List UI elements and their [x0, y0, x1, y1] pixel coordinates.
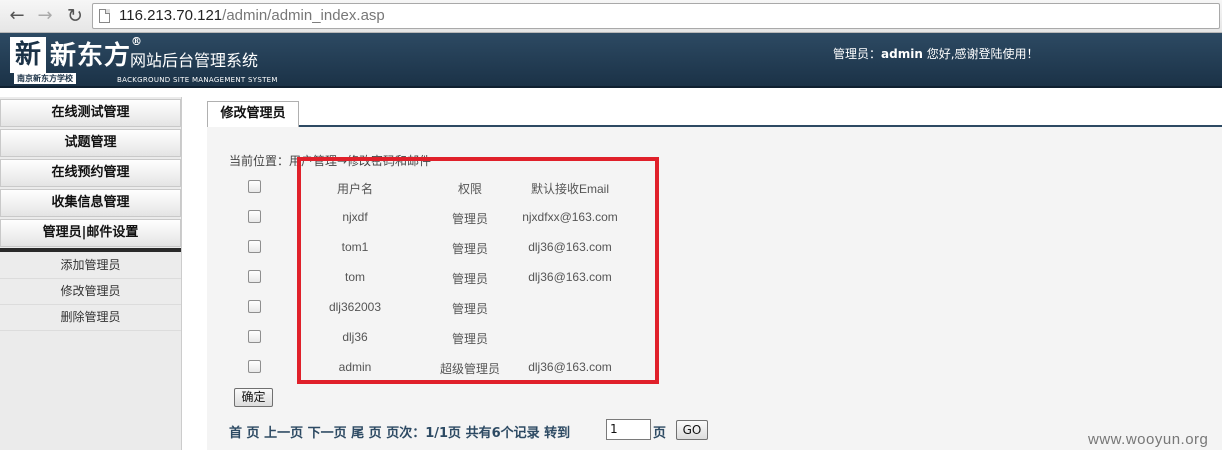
logo-mark: 新	[10, 37, 46, 73]
confirm-button[interactable]: 确定	[234, 388, 273, 407]
url-host: 116.213.70.121	[119, 7, 223, 24]
tab-strip: 修改管理员	[207, 101, 1222, 127]
welcome-suffix: 您好,感谢登陆使用！	[922, 47, 1039, 61]
welcome-prefix: 管理员：	[833, 47, 882, 61]
welcome-message: 管理员：admin 您好,感谢登陆使用！	[833, 45, 1039, 62]
site-subtitle: BACKGROUND SITE MANAGEMENT SYSTEM	[117, 76, 278, 84]
url-path: /admin/admin_index.asp	[222, 7, 385, 24]
logo-subtitle: 南京新东方学校	[14, 73, 76, 84]
row-checkbox[interactable]	[248, 300, 261, 313]
forward-arrow-icon[interactable]: →	[32, 4, 58, 28]
highlight-annotation-box	[297, 157, 659, 384]
pager-first-link[interactable]: 首 页	[229, 426, 260, 441]
site-title: 网站后台管理系统	[130, 51, 259, 70]
row-checkbox[interactable]	[248, 210, 261, 223]
watermark: www.wooyun.org	[1088, 431, 1209, 448]
row-checkbox[interactable]	[248, 330, 261, 343]
admin-header: 新 新东方® 南京新东方学校 网站后台管理系统 BACKGROUND SITE …	[0, 33, 1222, 88]
pagination: 首 页 上一页 下一页 尾 页 页次：1/1页 共有6个记录 转到	[229, 422, 570, 441]
browser-toolbar: ← → ↻ 116.213.70.121/admin/admin_index.a…	[0, 0, 1222, 33]
row-checkbox[interactable]	[248, 360, 261, 373]
pager-info: 页次：1/1页 共有6个记录 转到	[386, 426, 571, 441]
sidebar-item-online-test[interactable]: 在线测试管理	[0, 99, 181, 127]
logo-brand-text: 新东方	[50, 41, 132, 71]
back-arrow-icon[interactable]: ←	[4, 4, 30, 28]
select-all-checkbox[interactable]	[248, 180, 261, 193]
reload-icon[interactable]: ↻	[62, 4, 88, 28]
pager-prev-link[interactable]: 上一页	[264, 426, 303, 441]
pager-unit: 页	[653, 426, 667, 441]
pager-next-link[interactable]: 下一页	[308, 426, 347, 441]
sidebar: 在线测试管理 试题管理 在线预约管理 收集信息管理 管理员|邮件设置 添加管理员…	[0, 97, 182, 450]
url-text[interactable]: 116.213.70.121/admin/admin_index.asp	[119, 7, 385, 24]
sidebar-item-admin-mail[interactable]: 管理员|邮件设置	[0, 219, 181, 247]
pager-last-link[interactable]: 尾 页	[351, 426, 382, 441]
row-checkbox[interactable]	[248, 240, 261, 253]
sidebar-item-questions[interactable]: 试题管理	[0, 129, 181, 157]
welcome-user: admin	[881, 47, 923, 61]
sidebar-sub-delete-admin[interactable]: 删除管理员	[0, 305, 181, 331]
row-checkbox[interactable]	[248, 270, 261, 283]
address-bar[interactable]: 116.213.70.121/admin/admin_index.asp	[92, 3, 1220, 29]
tab-edit-admin[interactable]: 修改管理员	[207, 101, 299, 127]
sidebar-item-reservations[interactable]: 在线预约管理	[0, 159, 181, 187]
goto-page-input[interactable]: 1	[606, 419, 651, 440]
sidebar-sub-edit-admin[interactable]: 修改管理员	[0, 279, 181, 305]
go-button[interactable]: GO	[676, 420, 708, 440]
page-icon	[99, 9, 110, 23]
sidebar-item-collected-info[interactable]: 收集信息管理	[0, 189, 181, 217]
sidebar-sub-add-admin[interactable]: 添加管理员	[0, 253, 181, 279]
sidebar-divider	[0, 248, 181, 252]
